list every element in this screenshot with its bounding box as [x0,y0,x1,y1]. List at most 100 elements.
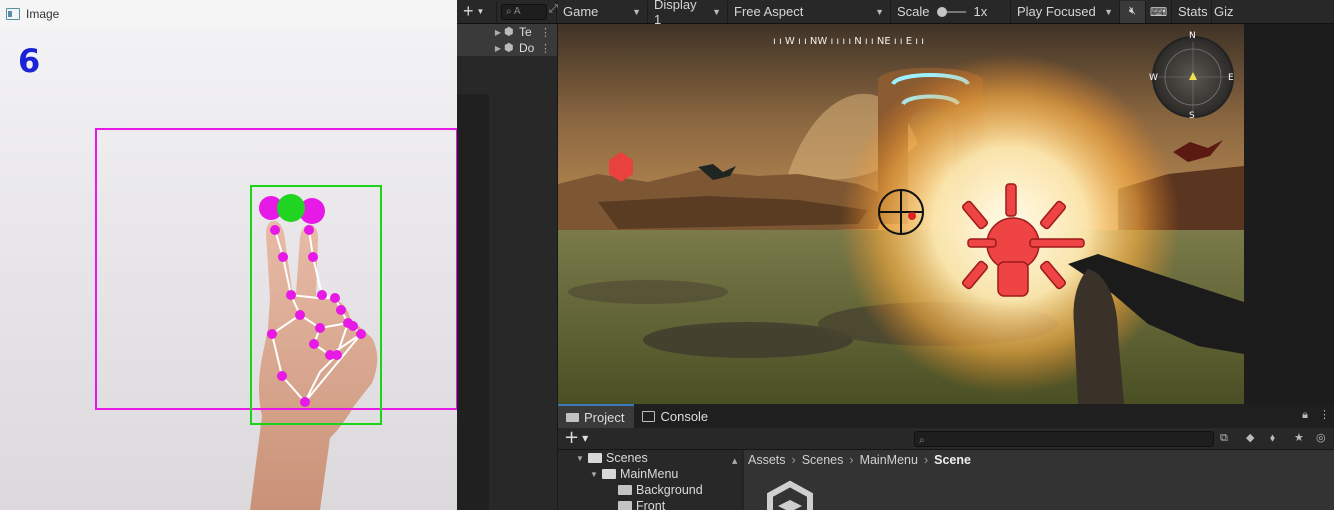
minimap-south: S [1189,111,1195,121]
image-window-title: Image [26,7,60,21]
scale-slider-thumb[interactable] [936,6,947,17]
camera-frame: 6 [0,28,457,510]
folder-icon [618,485,632,495]
tree-item-label: Background [636,483,703,497]
tab-project-label: Project [584,409,625,425]
label-icon[interactable]: ⬧ [1270,431,1275,445]
tree-item-scenes[interactable]: ▼ Scenes [576,450,648,466]
image-window: Image 6 [0,0,457,510]
stats-label: Stats [1178,4,1208,19]
keyboard-icon: ⌨ [1149,4,1168,19]
hierarchy-add-button[interactable]: + ▼ [457,0,497,23]
display-dropdown[interactable]: Display 1 ▼ [648,0,728,27]
gizmos-button[interactable]: Gizı [1212,1,1234,23]
scale-slider[interactable] [936,6,966,17]
project-panel: Project Console 🔒︎ ⋮ + ▼ ⌕ ⧉ ◆ ⬧ ★ ◎ ▼ S… [558,404,1334,510]
tree-item-background[interactable]: Background [618,482,703,498]
unity-scene-icon: ⬢ [504,26,514,38]
view-mode-dropdown[interactable]: Game ▼ [557,0,648,23]
hierarchy-item-label: Te [519,25,532,39]
scale-control: Scale 1x [891,0,1011,23]
minimap-west: W [1149,73,1158,83]
asset-browser: Assets › Scenes › MainMenu › Scene [744,450,1334,510]
compass-strip: ı ı W ı ı NW ı ı ı ı N ı ı NE ı ı E ı ı [773,36,924,47]
game-toolbar: + ▼ ⌕ A ⤢ Game ▼ Display 1 ▼ Free Aspect… [457,0,1334,27]
expand-arrow-icon[interactable]: ▼ [576,454,588,463]
chevron-down-icon: ▼ [632,6,641,17]
filter-type-icon[interactable]: ◆ [1246,431,1254,444]
lock-icon[interactable]: 🔒︎ [1302,408,1308,428]
search-icon: ⌕ [919,435,925,446]
hierarchy-gutter [457,94,489,510]
gizmos-label: Gizı [1214,4,1234,19]
chevron-down-icon: ▼ [712,6,721,17]
hierarchy-search-wrap: ⌕ A ⤢ [497,0,558,23]
favorite-star-icon[interactable]: ★ [1294,431,1304,444]
hierarchy-item-label: Do [519,41,535,55]
minimap-north: N [1189,31,1196,41]
tree-item-mainmenu[interactable]: ▼ MainMenu [590,466,678,482]
index-tip-marker [277,194,305,222]
hidden-packages-icon[interactable]: ◎ [1316,431,1326,444]
tab-project[interactable]: Project [558,404,635,428]
unity-editor: + ▼ ⌕ A ⤢ Game ▼ Display 1 ▼ Free Aspect… [457,0,1334,510]
project-add-button[interactable]: + ▼ [564,429,588,447]
hierarchy-item[interactable]: ▶ ⬢ Do ⋮ [457,40,557,56]
folder-icon [602,469,616,479]
stone-slab [568,280,728,304]
crosshair [878,189,924,235]
window-icon [6,8,20,20]
more-options-icon[interactable]: ⋮ [540,42,551,55]
chevron-down-icon: ▼ [1104,6,1113,17]
expand-arrow-icon[interactable]: ▼ [590,470,602,479]
tab-console[interactable]: Console [634,404,718,428]
play-mode-label: Play Focused [1017,4,1096,19]
shortcuts-button[interactable]: ⌨ [1146,0,1172,23]
play-mode-dropdown[interactable]: Play Focused ▼ [1011,0,1120,23]
hand-tracking-overlay [95,128,457,510]
mute-icon: 🔇︎ [1129,5,1136,17]
tree-item-label: MainMenu [620,467,679,481]
expand-arrow-icon[interactable]: ▶ [487,28,501,37]
hierarchy-item[interactable]: ▶ ⬢ Te ⋮ [457,24,557,40]
game-scene: ı ı W ı ı NW ı ı ı ı N ı ı NE ı ı E ı ı … [558,24,1244,404]
tree-item-front[interactable]: Front [618,498,665,510]
folder-icon [618,501,632,510]
stats-button[interactable]: Stats [1172,0,1212,23]
chevron-down-icon: ▼ [875,6,884,17]
game-viewport[interactable]: ı ı W ı ı NW ı ı ı ı N ı ı NE ı ı E ı ı … [558,24,1244,404]
view-mode-label: Game [563,4,599,19]
project-toolbar: + ▼ ⌕ ⧉ ◆ ⬧ ★ ◎ [558,428,1334,450]
search-placeholder: A [513,5,521,17]
add-label: + [564,427,580,448]
breadcrumb-item[interactable]: MainMenu [860,453,918,467]
image-window-titlebar[interactable]: Image [0,0,457,28]
search-filter-icon[interactable]: ⤢ [549,3,558,16]
mute-audio-button[interactable]: 🔇︎ [1120,0,1146,23]
chevron-right-icon: › [849,453,854,467]
aspect-dropdown[interactable]: Free Aspect ▼ [728,0,891,23]
breadcrumb-current[interactable]: Scene [934,453,971,467]
aspect-label: Free Aspect [734,4,804,19]
tab-console-label: Console [660,408,709,424]
project-search-input[interactable]: ⌕ [914,431,1214,447]
tree-scrollbar[interactable]: ▲ [732,452,740,510]
tree-item-label: Scenes [606,451,648,465]
minimap-east: E [1228,73,1234,83]
console-icon [642,410,656,422]
more-options-icon[interactable]: ⋮ [1319,408,1330,421]
breadcrumb-item[interactable]: Scenes [802,453,844,467]
more-options-icon[interactable]: ⋮ [540,26,551,39]
search-by-type-icon[interactable]: ⧉ [1220,431,1228,445]
scroll-up-icon[interactable]: ▲ [732,457,737,465]
arm [250,220,378,510]
hierarchy-search-input[interactable]: ⌕ A [501,3,547,20]
expand-arrow-icon[interactable]: ▶ [487,44,501,53]
unity-scene-asset-icon[interactable] [762,478,822,510]
chevron-down-icon: ▼ [476,7,485,16]
crosshair-dot [908,212,916,220]
breadcrumb-item[interactable]: Assets [748,453,786,467]
scale-label: Scale [897,4,930,19]
search-icon: ⌕ [506,5,512,17]
hierarchy-panel: ▶ ⬢ Te ⋮ ▶ ⬢ Do ⋮ [457,24,557,510]
